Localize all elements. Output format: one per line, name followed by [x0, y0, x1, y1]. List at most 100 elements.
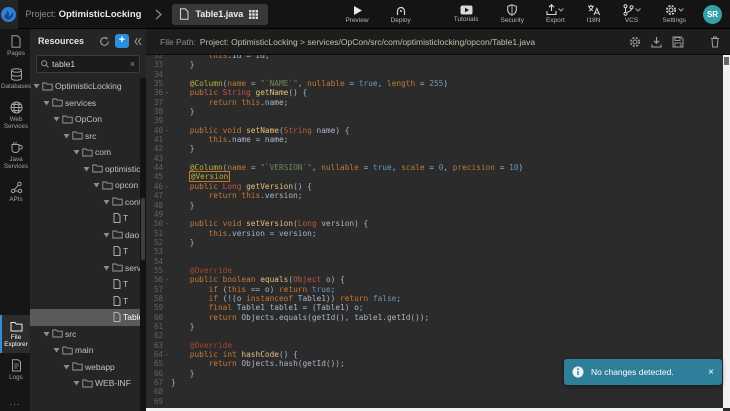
refresh-icon[interactable]	[99, 36, 110, 47]
tree-item-t[interactable]: T	[30, 243, 140, 260]
tutorials-button[interactable]: Tutorials	[454, 5, 479, 24]
code-line[interactable]: 45 @Version	[146, 172, 723, 181]
editor-vertical-scrollbar[interactable]	[723, 55, 730, 408]
code-line[interactable]: 60 return Objects.equals(getId(), table1…	[146, 313, 723, 322]
code-line[interactable]: 44 @Column(name = "`VERSION`", nullable …	[146, 163, 723, 172]
code-line[interactable]: 55 @Override	[146, 266, 723, 275]
tree-item-controller[interactable]: controller	[30, 194, 140, 211]
code-line[interactable]: 54	[146, 257, 723, 266]
code-line[interactable]: 43	[146, 154, 723, 163]
settings-button[interactable]: Settings	[663, 4, 687, 24]
code-line[interactable]: 49	[146, 210, 723, 219]
tree-item-table1-java[interactable]: Table1.java	[30, 309, 140, 326]
deploy-button[interactable]: Deploy	[391, 5, 411, 24]
code-line[interactable]: 34	[146, 70, 723, 79]
code-line[interactable]: 42 }	[146, 144, 723, 153]
code-line[interactable]: 46- public Long getVersion() {	[146, 182, 723, 191]
expand-arrow-icon[interactable]	[53, 347, 60, 353]
security-button[interactable]: Security	[500, 4, 523, 24]
sidebar-item-pages[interactable]: Pages	[0, 29, 30, 62]
avatar[interactable]: SR	[703, 5, 722, 24]
code-line[interactable]: 41 this.name = name;	[146, 135, 723, 144]
vcs-button[interactable]: VCS	[623, 4, 641, 24]
sidebar-item-databases[interactable]: Databases	[0, 62, 30, 95]
resources-scrollbar[interactable]	[140, 78, 146, 411]
code-line[interactable]: 39	[146, 116, 723, 125]
expand-arrow-icon[interactable]	[63, 364, 70, 370]
code-line[interactable]: 40- public void setName(String name) {	[146, 126, 723, 135]
code-line[interactable]: 56- public boolean equals(Object o) {	[146, 275, 723, 284]
sidebar-item-java-services[interactable]: Java Services	[0, 135, 30, 175]
code-line[interactable]: 63 @Override	[146, 341, 723, 350]
tree-item-src[interactable]: src	[30, 326, 140, 343]
fold-marker[interactable]: -	[163, 350, 171, 359]
expand-arrow-icon[interactable]	[33, 83, 40, 89]
sidebar-item-apis[interactable]: APIs	[0, 175, 30, 208]
code-line[interactable]: 36- public String getName() {	[146, 88, 723, 97]
expand-arrow-icon[interactable]	[103, 265, 110, 271]
fold-marker[interactable]: -	[163, 219, 171, 228]
toast-close-icon[interactable]: ×	[708, 367, 714, 378]
sidebar-item-logs[interactable]: Logs	[0, 353, 30, 386]
code-line[interactable]: 35 @Column(name = "`NAME`", nullable = t…	[146, 79, 723, 88]
editor-settings-icon[interactable]	[629, 36, 641, 48]
i18n-button[interactable]: I18N	[587, 4, 601, 24]
tree-item-t[interactable]: T	[30, 210, 140, 227]
sidebar-item-file-explorer[interactable]: File Explorer	[0, 315, 30, 353]
tree-item-src[interactable]: src	[30, 128, 140, 145]
expand-arrow-icon[interactable]	[103, 232, 110, 238]
download-icon[interactable]	[651, 36, 662, 48]
expand-arrow-icon[interactable]	[83, 166, 90, 172]
code-line[interactable]: 47 return this.version;	[146, 191, 723, 200]
fold-marker[interactable]: -	[163, 182, 171, 191]
fold-marker[interactable]: -	[163, 275, 171, 284]
clear-search-icon[interactable]: ×	[130, 59, 135, 69]
tree-item-t[interactable]: T	[30, 293, 140, 310]
code-line[interactable]: 37 return this.name;	[146, 98, 723, 107]
tree-item-opcon[interactable]: opcon	[30, 177, 140, 194]
code-line[interactable]: 62	[146, 331, 723, 340]
search-input[interactable]	[52, 59, 127, 69]
tree-item-t[interactable]: T	[30, 276, 140, 293]
tree-item-dao[interactable]: dao	[30, 227, 140, 244]
code-line[interactable]: 69	[146, 397, 723, 406]
expand-arrow-icon[interactable]	[63, 133, 70, 139]
expand-arrow-icon[interactable]	[43, 331, 50, 337]
collapse-panel-icon[interactable]	[134, 37, 142, 46]
tree-item-main[interactable]: main	[30, 342, 140, 359]
preview-button[interactable]: Preview	[345, 5, 368, 24]
resource-search[interactable]: ×	[36, 55, 140, 73]
code-line[interactable]: 61 }	[146, 322, 723, 331]
expand-arrow-icon[interactable]	[43, 100, 50, 106]
expand-arrow-icon[interactable]	[73, 380, 80, 386]
code-line[interactable]: 68	[146, 387, 723, 396]
export-button[interactable]: Export	[546, 4, 565, 24]
tree-item-services[interactable]: services	[30, 95, 140, 112]
expand-arrow-icon[interactable]	[93, 182, 100, 188]
app-logo[interactable]	[0, 0, 18, 29]
add-resource-button[interactable]: +	[115, 34, 129, 48]
code-line[interactable]: 64- public int hashCode() {	[146, 350, 723, 359]
code-line[interactable]: 51 this.version = version;	[146, 229, 723, 238]
tree-item-opcon[interactable]: OpCon	[30, 111, 140, 128]
code-line[interactable]: 57 if (this == o) return true;	[146, 285, 723, 294]
save-icon[interactable]	[672, 36, 684, 48]
open-file-tab[interactable]: Table1.java	[172, 4, 268, 25]
tree-item-optimisticlocking[interactable]: OptimisticLocking	[30, 78, 140, 95]
tree-item-webapp[interactable]: webapp	[30, 359, 140, 376]
code-line[interactable]: 58 if (!(o instanceof Table1)) return fa…	[146, 294, 723, 303]
fold-marker[interactable]: -	[163, 88, 171, 97]
code-line[interactable]: 48 }	[146, 201, 723, 210]
code-line[interactable]: 53	[146, 247, 723, 256]
fold-marker[interactable]: -	[163, 126, 171, 135]
expand-arrow-icon[interactable]	[73, 149, 80, 155]
code-line[interactable]: 52 }	[146, 238, 723, 247]
tree-item-optimisticlocking[interactable]: optimisticlocking	[30, 161, 140, 178]
expand-arrow-icon[interactable]	[53, 116, 60, 122]
code-line[interactable]: 50- public void setVersion(Long version)…	[146, 219, 723, 228]
tree-item-com[interactable]: com	[30, 144, 140, 161]
code-line[interactable]: 33 }	[146, 60, 723, 69]
code-line[interactable]: 59 final Table1 table1 = (Table1) o;	[146, 303, 723, 312]
expand-arrow-icon[interactable]	[103, 199, 110, 205]
code-area[interactable]: 32 this.id = id;33 }3435 @Column(name = …	[146, 55, 723, 408]
